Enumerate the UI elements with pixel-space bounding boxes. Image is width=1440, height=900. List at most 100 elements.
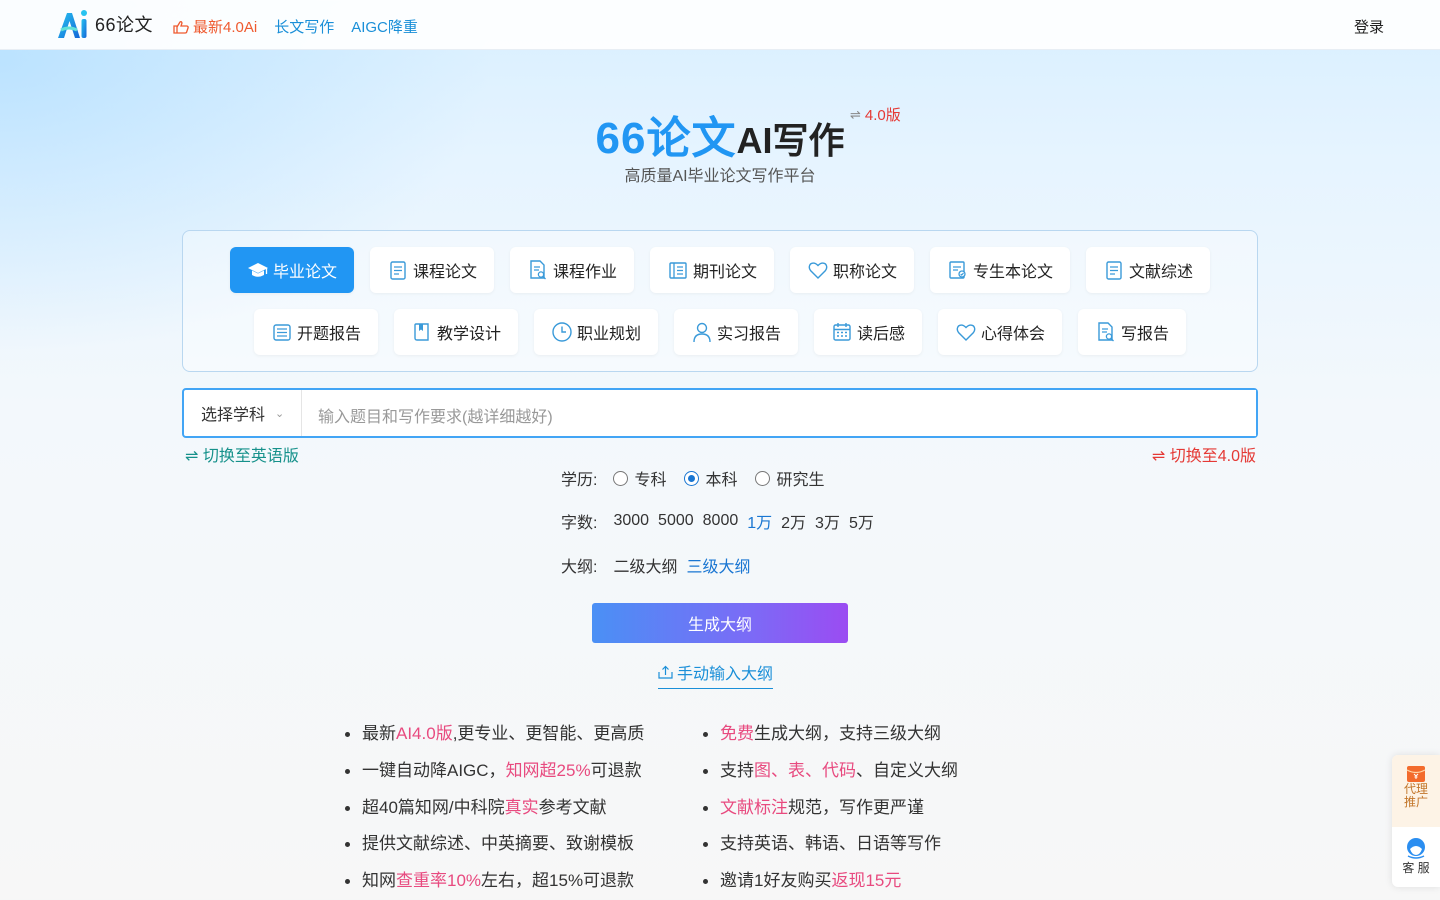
paper-type-panel: 毕业论文 课程论文 课程作业 期刊论文 职称论文 专生本论文 文献综述 开题报告… bbox=[182, 230, 1258, 372]
feature-text: 参考文献 bbox=[538, 797, 607, 817]
journal-icon bbox=[669, 262, 687, 279]
topic-input-group: 选择学科 ⌄ bbox=[182, 388, 1258, 438]
word-count-option[interactable]: 3000 bbox=[613, 512, 649, 530]
type-literature-review[interactable]: 文献综述 bbox=[1086, 247, 1211, 293]
top-nav: 最新4.0Ai 长文写作 AIGC降重 bbox=[173, 16, 418, 37]
customer-service-icon bbox=[1407, 838, 1425, 859]
type-label: 写报告 bbox=[1121, 326, 1170, 343]
feature-list-right: 免费生成大纲，支持三级大纲 支持图、表、代码、自定义大纲 文献标注规范，写作更严谨支… bbox=[702, 722, 958, 900]
customer-service-button[interactable]: 客 服 bbox=[1392, 827, 1440, 887]
side-float-panel: 代理 推广 客 服 bbox=[1392, 755, 1440, 887]
type-title-paper[interactable]: 职称论文 bbox=[790, 247, 915, 293]
type-label: 毕业论文 bbox=[272, 264, 337, 281]
logo[interactable]: 66论文 bbox=[55, 8, 153, 40]
feature-item: 知网查重率10%左右，超15%可退款 bbox=[344, 869, 644, 900]
feature-text: 、自定义大纲 bbox=[856, 760, 958, 780]
word-count-options: 字数: 3000 5000 8000 1万 2万 3万 5万 bbox=[561, 509, 883, 533]
word-count-option[interactable]: 8000 bbox=[703, 512, 739, 530]
feature-text: 提供文献综述、中英摘要、致谢模板 bbox=[362, 834, 634, 854]
word-count-option[interactable]: 3万 bbox=[815, 509, 840, 533]
nav-latest-4-0[interactable]: 最新4.0Ai bbox=[173, 16, 257, 37]
heart-icon bbox=[956, 324, 976, 341]
feature-highlight-text: 查重率10% bbox=[396, 871, 482, 891]
type-label: 心得体会 bbox=[981, 326, 1046, 343]
subject-select-label: 选择学科 bbox=[201, 407, 266, 424]
radio-circle bbox=[613, 470, 629, 486]
feature-text: 规范，写作更严谨 bbox=[788, 797, 924, 817]
feature-text: 一键自动降AIGC， bbox=[362, 760, 506, 780]
word-count-option-selected[interactable]: 1万 bbox=[747, 509, 772, 533]
feature-highlight-text: AI4.0版 bbox=[396, 724, 453, 743]
radio-circle bbox=[755, 470, 771, 486]
education-radio-junior[interactable]: 专科 bbox=[613, 466, 666, 490]
type-course-paper[interactable]: 课程论文 bbox=[369, 247, 494, 293]
nav-latest-label: 最新4.0Ai bbox=[193, 19, 258, 36]
report-icon bbox=[273, 324, 291, 341]
document-icon bbox=[390, 261, 406, 280]
feature-text: 支持 bbox=[720, 760, 754, 780]
education-radio-bachelor[interactable]: 本科 bbox=[684, 466, 737, 490]
radio-circle bbox=[684, 470, 700, 486]
feature-item: 支持英语、韩语、日语等写作 bbox=[702, 832, 958, 869]
red-envelope-icon bbox=[1406, 766, 1426, 782]
clock-icon bbox=[552, 322, 572, 342]
type-internship-report[interactable]: 实习报告 bbox=[673, 309, 798, 355]
feature-item: 一键自动降AIGC，知网超25%可退款 bbox=[344, 759, 644, 796]
type-experience[interactable]: 心得体会 bbox=[938, 309, 1063, 355]
agent-promotion-button[interactable]: 代理 推广 bbox=[1392, 755, 1440, 827]
user-icon bbox=[693, 322, 711, 343]
type-graduation-thesis[interactable]: 毕业论文 bbox=[229, 247, 354, 293]
login-link[interactable]: 登录 bbox=[1354, 16, 1384, 37]
outline-option-level2[interactable]: 二级大纲 bbox=[613, 553, 677, 577]
education-options: 学历: 专科 本科 研究生 bbox=[561, 466, 843, 490]
customer-service-label: 客 服 bbox=[1402, 861, 1430, 875]
version-label: 4.0版 bbox=[864, 107, 901, 124]
nav-aigc-reduce[interactable]: AIGC降重 bbox=[351, 16, 418, 37]
feature-item: 文献标注规范，写作更严谨 bbox=[702, 796, 958, 833]
radio-label: 专科 bbox=[634, 472, 667, 489]
document-icon bbox=[1106, 261, 1122, 280]
type-career-planning[interactable]: 职业规划 bbox=[533, 309, 658, 355]
type-label: 职业规划 bbox=[576, 326, 641, 343]
education-radio-graduate[interactable]: 研究生 bbox=[755, 466, 825, 490]
switch-v4-link[interactable]: ⇌ 切换至4.0版 bbox=[1152, 442, 1256, 466]
type-reading-notes[interactable]: 读后感 bbox=[814, 309, 923, 355]
education-label: 学历: bbox=[561, 472, 598, 489]
type-write-report[interactable]: 写报告 bbox=[1078, 309, 1187, 355]
feature-text: 支持英语、韩语、日语等写作 bbox=[720, 834, 941, 854]
paper-type-row: 毕业论文 课程论文 课程作业 期刊论文 职称论文 专生本论文 文献综述 bbox=[183, 247, 1257, 293]
book-icon bbox=[414, 323, 429, 341]
checklist-icon bbox=[949, 261, 966, 279]
switch-english-link[interactable]: ⇌ 切换至英语版 bbox=[185, 442, 299, 466]
feature-text: 可退款 bbox=[590, 760, 642, 780]
feature-item: 超40篇知网/中科院真实参考文献 bbox=[344, 796, 644, 833]
feature-text: 左右，超15%可退款 bbox=[481, 871, 635, 891]
version-switch[interactable]: ⇌ 4.0版 bbox=[850, 104, 901, 125]
type-label: 读后感 bbox=[857, 326, 906, 343]
feature-highlight-text: 免费 bbox=[720, 724, 754, 743]
type-label: 实习报告 bbox=[716, 326, 781, 343]
feature-item: 最新AI4.0版,更专业、更智能、更高质 bbox=[344, 722, 644, 759]
word-count-option[interactable]: 2万 bbox=[781, 509, 806, 533]
feature-list-left: 最新AI4.0版,更专业、更智能、更高质 一键自动降AIGC，知网超25%可退款超… bbox=[344, 722, 644, 900]
search-document-icon bbox=[530, 260, 546, 280]
type-journal-paper[interactable]: 期刊论文 bbox=[649, 247, 774, 293]
type-upgrade-paper[interactable]: 专生本论文 bbox=[930, 247, 1071, 293]
feature-item: 邀请1好友购买返现15元 bbox=[702, 869, 958, 900]
type-teaching-design[interactable]: 教学设计 bbox=[393, 309, 518, 355]
manual-outline-link[interactable]: 手动输入大纲 bbox=[658, 660, 774, 689]
outline-option-level3[interactable]: 三级大纲 bbox=[686, 553, 750, 577]
nav-long-writing[interactable]: 长文写作 bbox=[274, 16, 334, 37]
feature-highlight-text: 知网超25% bbox=[505, 760, 591, 780]
hero-subtitle: 高质量AI毕业论文写作平台 bbox=[624, 168, 816, 185]
type-proposal-report[interactable]: 开题报告 bbox=[253, 309, 378, 355]
type-course-homework[interactable]: 课程作业 bbox=[509, 247, 634, 293]
word-count-option[interactable]: 5万 bbox=[849, 509, 874, 533]
word-count-option[interactable]: 5000 bbox=[658, 512, 694, 530]
generate-outline-button[interactable]: 生成大纲 bbox=[592, 603, 848, 643]
feature-highlight-text: 真实 bbox=[504, 797, 539, 817]
type-label: 课程作业 bbox=[552, 264, 617, 281]
radio-label: 研究生 bbox=[776, 472, 825, 489]
subject-select[interactable]: 选择学科 ⌄ bbox=[184, 390, 302, 436]
topic-input[interactable] bbox=[302, 390, 1256, 436]
